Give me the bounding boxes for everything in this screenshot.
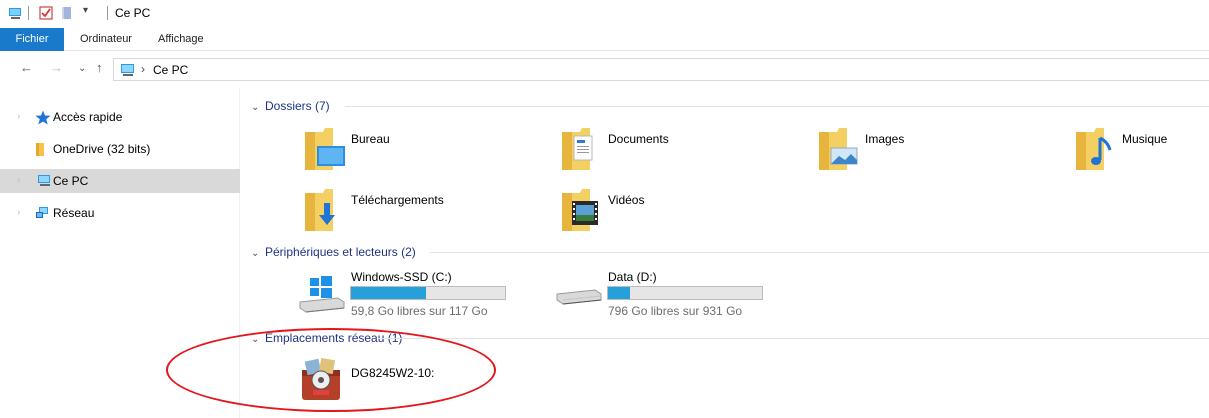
folder-tile-desktop[interactable]: Bureau (303, 126, 523, 172)
this-pc-icon (37, 174, 53, 190)
expand-chevron-icon[interactable]: › (17, 111, 20, 122)
collapse-chevron-icon[interactable]: ⌄ (251, 248, 265, 259)
documents-folder-icon (560, 126, 604, 175)
drive-free-space: 59,8 Go libres sur 117 Go (351, 304, 488, 318)
group-divider (378, 338, 1209, 339)
folder-label: Musique (1122, 132, 1168, 146)
group-header-devices[interactable]: ⌄ Périphériques et lecteurs (2) (251, 245, 416, 261)
drive-usage-fill (351, 287, 427, 299)
sidebar-item-quick-access[interactable]: › Accès rapide (0, 105, 240, 129)
folder-tile-downloads[interactable]: Téléchargements (303, 187, 523, 233)
sidebar-item-label: Accès rapide (53, 110, 123, 124)
drive-usage-fill (608, 287, 631, 299)
breadcrumb[interactable]: Ce PC (153, 63, 188, 77)
drive-free-space: 796 Go libres sur 931 Go (608, 304, 743, 318)
group-title: Dossiers (7) (265, 99, 330, 113)
qat-dropdown-icon[interactable]: ▾ (83, 5, 88, 16)
sidebar-item-label: Ce PC (53, 174, 89, 188)
sidebar-item-this-pc[interactable]: › Ce PC (0, 169, 240, 193)
toolbar-separator (107, 6, 108, 20)
group-title: Périphériques et lecteurs (2) (265, 245, 416, 259)
star-icon (35, 110, 51, 128)
drive-label: Windows-SSD (C:) (351, 270, 452, 284)
group-divider (430, 252, 1209, 253)
folder-label: Documents (608, 132, 669, 146)
hard-drive-icon (555, 286, 603, 315)
group-header-network[interactable]: ⌄ Emplacements réseau (1) (251, 331, 402, 347)
breadcrumb-chevron-icon[interactable]: › (141, 62, 145, 76)
ribbon-tabs: Fichier Ordinateur Affichage (0, 28, 1209, 51)
tab-file[interactable]: Fichier (0, 28, 64, 51)
forward-icon[interactable]: → (50, 60, 63, 75)
collapse-chevron-icon[interactable]: ⌄ (251, 102, 265, 113)
drive-usage-bar (350, 286, 506, 300)
folder-label: Bureau (351, 132, 390, 146)
folder-label: Images (865, 132, 905, 146)
properties-check-icon[interactable] (39, 6, 53, 23)
recent-locations-icon[interactable]: ⌄ (78, 63, 86, 74)
address-bar[interactable]: › Ce PC (113, 58, 1209, 81)
drive-tile-d[interactable]: Data (D:) 796 Go libres sur 931 Go (555, 268, 775, 320)
sidebar-item-network[interactable]: › Réseau (0, 201, 240, 225)
folder-label: Téléchargements (351, 193, 444, 207)
title-bar: ▾ Ce PC (0, 0, 1209, 26)
windows-drive-icon (298, 276, 346, 319)
folder-tile-music[interactable]: Musique (1074, 126, 1204, 172)
sidebar-item-label: Réseau (53, 206, 95, 220)
network-location-label: DG8245W2-10: (351, 366, 435, 380)
folder-tile-documents[interactable]: Documents (560, 126, 780, 172)
up-icon[interactable]: ↑ (96, 60, 103, 75)
toolbar-separator (28, 6, 29, 20)
group-divider (345, 106, 1209, 107)
navigation-pane: › Accès rapide OneDrive (32 bits) › Ce P… (0, 88, 240, 418)
navigation-bar: ← → ⌄ ↑ › Ce PC (0, 57, 1209, 83)
desktop-folder-icon (303, 126, 347, 175)
network-location-tile[interactable]: DG8245W2-10: (298, 356, 518, 402)
drive-label: Data (D:) (608, 270, 657, 284)
this-pc-icon[interactable] (8, 6, 24, 23)
this-pc-icon (119, 63, 137, 80)
collapse-chevron-icon[interactable]: ⌄ (251, 334, 265, 345)
drive-usage-bar (607, 286, 763, 300)
sidebar-item-onedrive[interactable]: OneDrive (32 bits) (0, 137, 240, 161)
media-server-icon (298, 356, 344, 405)
sidebar-item-label: OneDrive (32 bits) (53, 142, 151, 156)
expand-chevron-icon[interactable]: › (17, 207, 20, 218)
videos-folder-icon (560, 187, 604, 236)
network-icon (35, 206, 51, 223)
group-header-folders[interactable]: ⌄ Dossiers (7) (251, 99, 330, 115)
downloads-folder-icon (303, 187, 347, 236)
onedrive-folder-icon (35, 142, 47, 160)
drive-tile-c[interactable]: Windows-SSD (C:) 59,8 Go libres sur 117 … (298, 268, 518, 320)
expand-chevron-icon[interactable]: › (17, 175, 20, 186)
back-icon[interactable]: ← (20, 60, 33, 75)
folder-label: Vidéos (608, 193, 645, 207)
pictures-folder-icon (817, 126, 861, 175)
tab-view[interactable]: Affichage (149, 28, 213, 51)
folder-tile-pictures[interactable]: Images (817, 126, 1037, 172)
music-folder-icon (1074, 126, 1118, 175)
new-folder-icon[interactable] (60, 6, 74, 23)
window-title: Ce PC (115, 6, 151, 20)
tab-computer[interactable]: Ordinateur (71, 28, 141, 51)
folder-tile-videos[interactable]: Vidéos (560, 187, 780, 233)
